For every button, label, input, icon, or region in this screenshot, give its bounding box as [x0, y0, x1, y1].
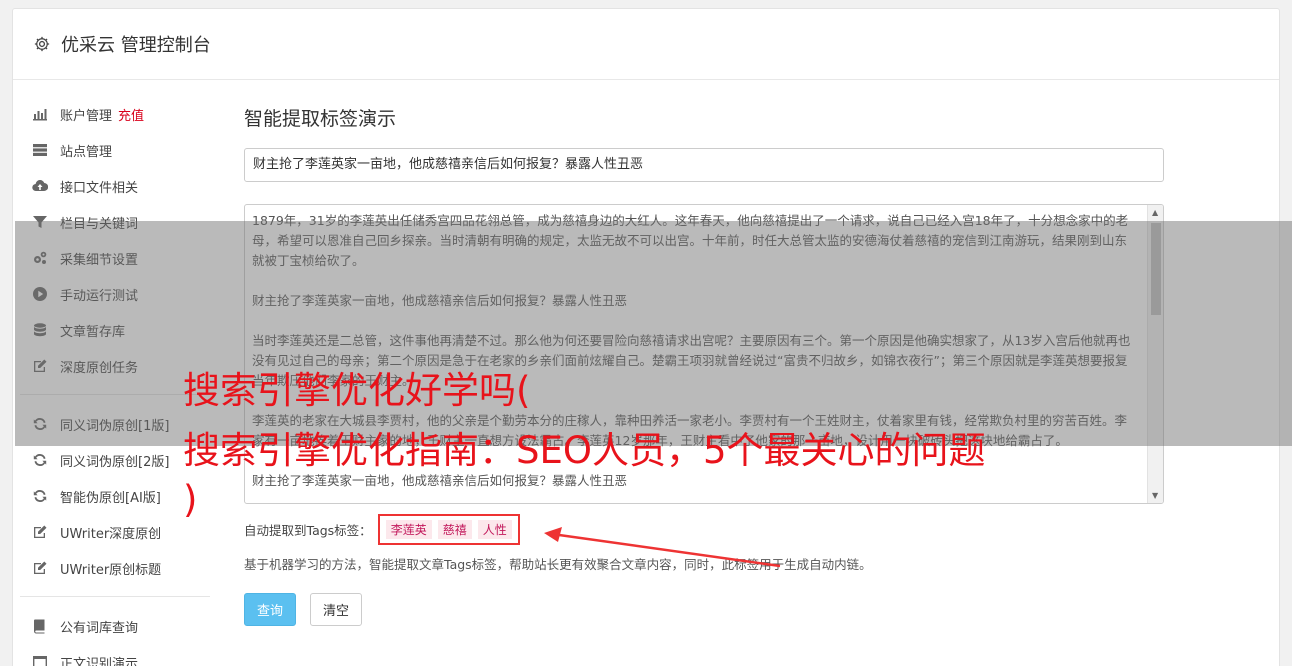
cloud-upload-icon	[32, 180, 48, 192]
tag-badge: 人性	[477, 519, 512, 539]
recharge-link[interactable]: 充值	[118, 105, 144, 124]
sidebar-item-text-recognition[interactable]: 正文识别演示	[20, 644, 210, 666]
sidebar-item-label: UWriter深度原创	[60, 526, 162, 542]
scroll-up-arrow-icon[interactable]: ▲	[1152, 208, 1158, 217]
database-icon	[34, 323, 46, 337]
edit-icon	[34, 359, 47, 372]
sidebar-item-deep-original[interactable]: 深度原创任务	[20, 348, 210, 384]
sidebar-divider	[20, 596, 210, 597]
tags-label: 自动提取到Tags标签：	[244, 522, 372, 538]
page-title: 智能提取标签演示	[244, 108, 397, 130]
sidebar-item-label: 同义词伪原创[1版]	[60, 418, 170, 434]
sidebar-item-interface[interactable]: 接口文件相关	[20, 168, 210, 204]
sidebar-item-label: 采集细节设置	[60, 252, 139, 268]
sidebar-item-manual-run[interactable]: 手动运行测试	[20, 276, 210, 312]
refresh-icon	[33, 453, 47, 467]
sidebar-item-label: 智能伪原创[AI版]	[60, 490, 161, 506]
play-circle-icon	[33, 287, 47, 301]
sidebar-item-label: 接口文件相关	[60, 180, 139, 196]
content-paragraph: 财主抢了李莲英家一亩地，他成慈禧亲信后如何报复？暴露人性丑恶	[252, 293, 628, 308]
server-icon	[33, 144, 47, 156]
sidebar-item-sites[interactable]: 站点管理	[20, 132, 210, 168]
red-arrow-annotation	[544, 527, 781, 568]
tag-badge: 李莲英	[385, 519, 432, 539]
sidebar-item-label: 文章暂存库	[60, 324, 126, 340]
sidebar-item-uwriter-title[interactable]: UWriter原创标题	[20, 550, 210, 586]
content-paragraph: 财主抢了李莲英家一亩地，他成慈禧亲信后如何报复？暴露人性丑恶	[252, 473, 628, 488]
sidebar-item-label: 手动运行测试	[60, 288, 139, 304]
sidebar-item-label: 账户管理	[60, 108, 113, 124]
sidebar-divider	[20, 394, 210, 395]
content-paragraph: 1879年，31岁的李莲英出任储秀宫四品花翎总管，成为慈禧身边的大红人。这年春天…	[252, 213, 1129, 268]
sidebar-item-label: 正文识别演示	[60, 656, 139, 666]
sidebar-item-public-lexicon[interactable]: 公有词库查询	[20, 608, 210, 644]
sidebar-item-label: 公有词库查询	[60, 620, 139, 636]
edit-icon	[34, 525, 47, 538]
page-header-title: 优采云 管理控制台	[61, 35, 211, 56]
sidebar-item-account[interactable]: 账户管理 充值	[20, 96, 210, 132]
query-button[interactable]: 查询	[244, 593, 297, 626]
refresh-icon	[33, 417, 47, 431]
sidebar-item-article-store[interactable]: 文章暂存库	[20, 312, 210, 348]
panel-header: 优采云 管理控制台	[13, 9, 1279, 80]
tag-badge: 慈禧	[437, 519, 472, 539]
bar-chart-icon	[33, 109, 47, 121]
edit-icon	[34, 561, 47, 574]
tags-highlight-box: 李莲英 慈禧 人性	[377, 513, 520, 545]
overlay-headline-line2: 搜索引擎优化指南：SEO人员，5个最关心的问题	[183, 429, 986, 472]
sidebar-item-columns[interactable]: 栏目与关键词	[20, 204, 210, 240]
window-icon	[33, 656, 47, 666]
book-icon	[34, 619, 45, 634]
sidebar: 账户管理 充值 站点管理 接口文件相关 栏目与关键词 采集细节设置 手动运行测试…	[20, 96, 210, 666]
refresh-icon	[33, 489, 47, 503]
gears-icon	[34, 251, 47, 264]
filter-icon	[33, 216, 47, 228]
clear-button[interactable]: 清空	[310, 593, 363, 626]
sidebar-item-ai-original[interactable]: 智能伪原创[AI版]	[20, 478, 210, 514]
sidebar-item-synonym-v2[interactable]: 同义词伪原创[2版]	[20, 442, 210, 478]
scroll-down-arrow-icon[interactable]: ▼	[1152, 491, 1158, 500]
sidebar-item-label: 同义词伪原创[2版]	[60, 454, 170, 470]
overlay-headline-line1: 搜索引擎优化好学吗(	[183, 369, 531, 412]
scrollbar-thumb[interactable]	[1151, 223, 1161, 315]
sidebar-item-collect-settings[interactable]: 采集细节设置	[20, 240, 210, 276]
sidebar-item-label: 栏目与关键词	[60, 216, 139, 232]
textarea-scrollbar[interactable]: ▲ ▼	[1147, 205, 1163, 503]
overlay-headline-line3: )	[183, 478, 198, 521]
sidebar-item-uwriter-deep[interactable]: UWriter深度原创	[20, 514, 210, 550]
gear-icon	[34, 36, 50, 52]
article-title-input[interactable]: 财主抢了李莲英家一亩地，他成慈禧亲信后如何报复？暴露人性丑恶	[244, 148, 1164, 182]
sidebar-item-label: 站点管理	[60, 144, 113, 160]
sidebar-item-label: 深度原创任务	[60, 360, 139, 376]
sidebar-item-label: UWriter原创标题	[60, 562, 162, 578]
button-row: 查询 清空	[244, 593, 1164, 626]
sidebar-item-synonym-v1[interactable]: 同义词伪原创[1版]	[20, 406, 210, 442]
